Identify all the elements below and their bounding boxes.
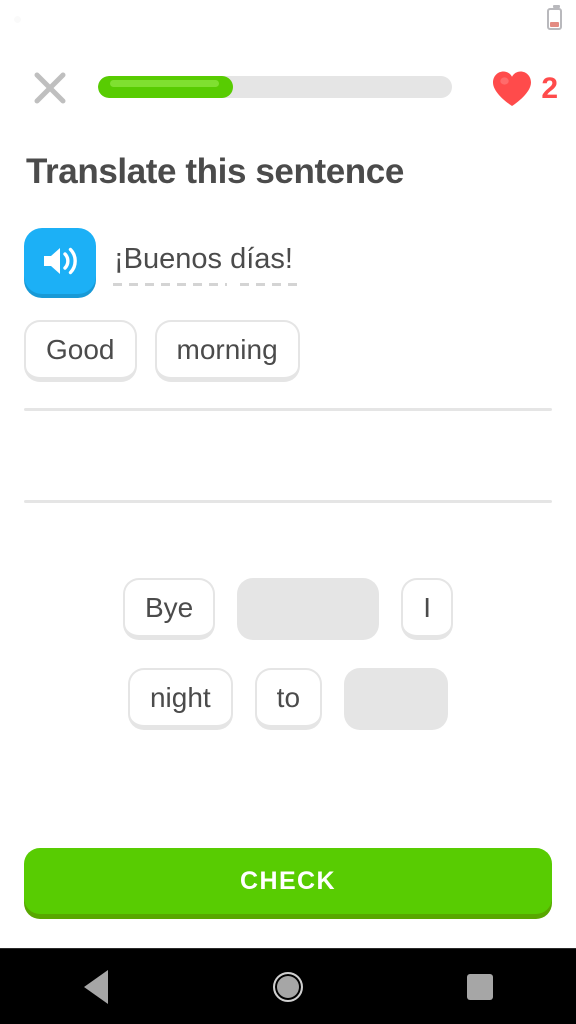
word-bank-tile[interactable]: Bye <box>122 578 216 640</box>
triangle-back-icon <box>84 969 108 1004</box>
play-audio-button[interactable] <box>24 228 96 294</box>
word-bank-tile[interactable]: night <box>127 668 233 730</box>
nav-back-button[interactable] <box>51 949 141 1024</box>
battery-low-icon <box>547 5 562 30</box>
square-recents-icon <box>467 973 493 1000</box>
speaker-volume-icon <box>40 244 80 278</box>
word-bank-row: Bye I <box>122 578 454 640</box>
answer-tile[interactable]: morning <box>154 320 300 382</box>
answer-tile[interactable]: Good <box>24 320 137 382</box>
word-bank-tile[interactable]: I <box>401 578 454 640</box>
progress-shine <box>110 80 219 87</box>
heart-icon <box>491 70 533 108</box>
answer-tiles-row: Good morning <box>24 320 300 382</box>
battery-level-fill <box>550 22 559 27</box>
lesson-progress-bar <box>98 76 452 98</box>
word-bank-tile-placeholder <box>344 668 449 730</box>
nav-home-button[interactable] <box>243 949 333 1024</box>
check-button[interactable]: CHECK <box>24 848 552 914</box>
hearts-count: 2 <box>541 72 558 105</box>
status-bar <box>0 0 576 38</box>
close-button[interactable] <box>24 62 76 114</box>
progress-fill <box>98 76 233 98</box>
circle-home-icon <box>273 971 303 1002</box>
close-x-icon <box>30 68 70 108</box>
prompt-word-underline-2 <box>240 283 302 286</box>
duolingo-exercise-screen: 2 Translate this sentence ¡Buenos días! … <box>0 0 576 1024</box>
word-bank-tile-placeholder <box>237 578 380 640</box>
notification-dot <box>14 16 21 23</box>
prompt-sentence[interactable]: ¡Buenos días! <box>114 243 293 276</box>
word-bank-tile[interactable]: to <box>254 668 323 730</box>
page-title: Translate this sentence <box>26 152 404 191</box>
word-bank-row: night to <box>127 668 449 730</box>
nav-recents-button[interactable] <box>435 949 525 1024</box>
android-navigation-bar <box>0 948 576 1024</box>
answer-line-1 <box>24 408 552 411</box>
hearts-indicator[interactable]: 2 <box>491 70 558 108</box>
answer-line-2 <box>24 500 552 503</box>
exercise-header: 2 <box>0 62 576 118</box>
word-bank: Bye Inight to <box>0 578 576 730</box>
prompt-word-underline-1 <box>113 283 227 286</box>
